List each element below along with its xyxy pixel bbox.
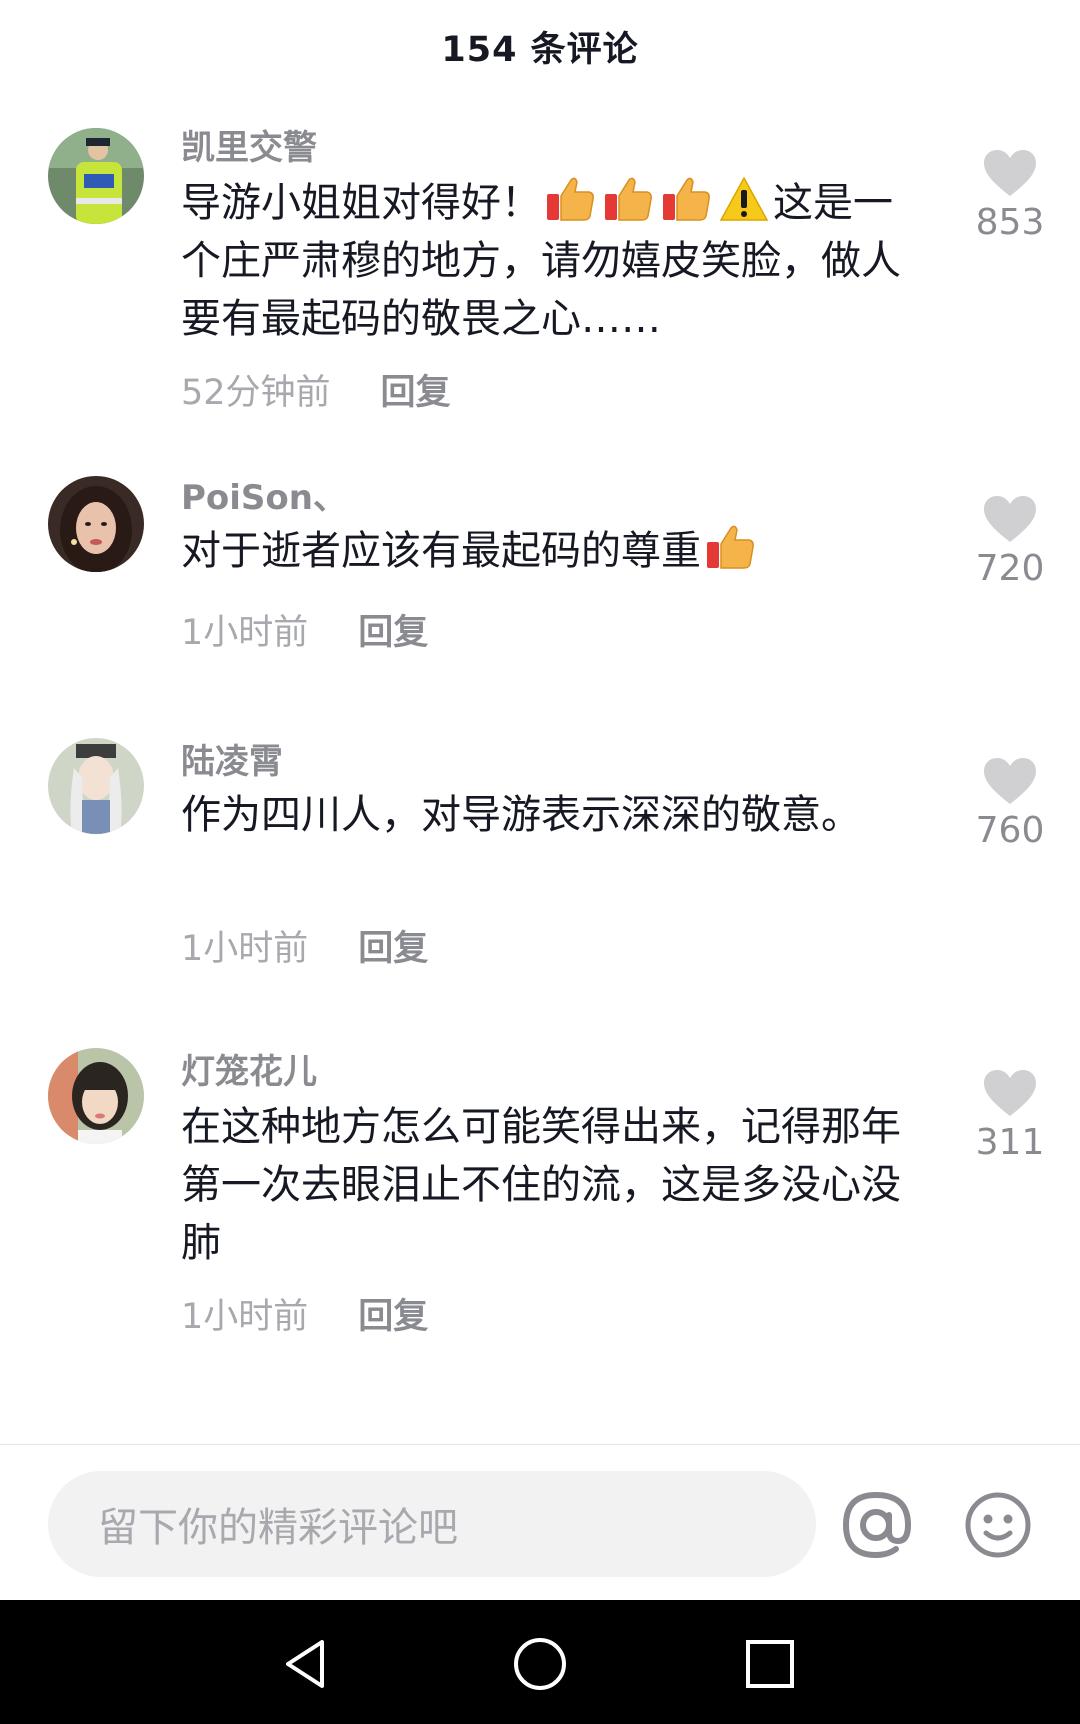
warning-icon xyxy=(719,176,769,221)
avatar[interactable] xyxy=(48,128,144,224)
like-count: 311 xyxy=(975,1122,1045,1163)
thumbs-up-icon xyxy=(663,177,710,221)
comments-header: 154 条评论 xyxy=(0,0,1080,92)
comment-username[interactable]: 凯里交警 xyxy=(181,120,317,169)
comment-text: 在这种地方怎么可能笑得出来，记得那年第一次去眼泪止不住的流，这是多没心没肺 xyxy=(181,1098,921,1272)
comment-username[interactable]: PoiSon、 xyxy=(181,470,347,519)
recents-square-icon xyxy=(746,1640,794,1688)
nav-back-button[interactable] xyxy=(278,1634,338,1694)
comment-text-part: 对于逝者应该有最起码的尊重 xyxy=(181,528,701,574)
reply-button[interactable]: 回复 xyxy=(358,920,428,971)
comment-time: 1小时前 xyxy=(181,1297,309,1337)
comment-text: 对于逝者应该有最起码的尊重 xyxy=(181,522,921,580)
system-nav-bar xyxy=(0,1600,1080,1724)
emoji-button[interactable] xyxy=(962,1489,1034,1561)
mention-button[interactable] xyxy=(840,1489,912,1561)
comment-text-part: 作为四川人，对导游表示深深的敬意。 xyxy=(181,792,861,838)
comment-username[interactable]: 灯笼花儿 xyxy=(181,1044,317,1093)
like-count: 760 xyxy=(975,810,1045,851)
avatar[interactable] xyxy=(48,476,144,572)
comment-item[interactable]: 灯笼花儿 在这种地方怎么可能笑得出来，记得那年第一次去眼泪止不住的流，这是多没心… xyxy=(0,1044,1080,1442)
reply-button[interactable]: 回复 xyxy=(358,604,428,655)
heart-icon xyxy=(984,496,1036,542)
comment-time: 52分钟前 xyxy=(181,373,331,413)
thumbs-up-icon xyxy=(605,177,652,221)
comment-list[interactable]: 凯里交警 导游小姐姐对得好！ 这是一个庄严肃穆的地方，请勿嬉皮笑脸，做人要有最起码… xyxy=(0,92,1080,1442)
comment-item[interactable]: PoiSon、 对于逝者应该有最起码的尊重 1小时前 回复 720 xyxy=(0,460,1080,710)
comment-username[interactable]: 陆凌霄 xyxy=(181,734,283,783)
comment-text-part: 在这种地方怎么可能笑得出来，记得那年第一次去眼泪止不住的流，这是多没心没肺 xyxy=(181,1104,901,1266)
comment-meta: 1小时前 回复 xyxy=(181,1288,428,1339)
comment-time: 1小时前 xyxy=(181,613,309,653)
comment-meta: 1小时前 回复 xyxy=(181,920,428,971)
heart-icon xyxy=(984,1070,1036,1116)
heart-icon xyxy=(984,150,1036,196)
comment-item[interactable]: 凯里交警 导游小姐姐对得好！ 这是一个庄严肃穆的地方，请勿嬉皮笑脸，做人要有最起码… xyxy=(0,92,1080,452)
nav-recents-button[interactable] xyxy=(740,1634,800,1694)
comment-input-bar: 留下你的精彩评论吧 xyxy=(0,1445,1080,1600)
comment-time: 1小时前 xyxy=(181,929,309,969)
comment-input[interactable]: 留下你的精彩评论吧 xyxy=(48,1471,816,1577)
at-icon xyxy=(842,1491,912,1559)
comment-meta: 1小时前 回复 xyxy=(181,604,428,655)
like-button[interactable]: 760 xyxy=(968,756,1052,851)
like-button[interactable]: 720 xyxy=(968,494,1052,589)
comment-text: 作为四川人，对导游表示深深的敬意。 xyxy=(181,786,921,844)
like-count: 853 xyxy=(975,202,1045,243)
comments-screen: 154 条评论 凯里交警 导游小姐姐对得好！ 这是一个庄严肃穆的地方，请勿嬉皮笑脸… xyxy=(0,0,1080,1724)
comment-item[interactable]: 陆凌霄 作为四川人，对导游表示深深的敬意。 1小时前 回复 760 xyxy=(0,722,1080,1032)
avatar[interactable] xyxy=(48,1048,144,1144)
like-button[interactable]: 853 xyxy=(968,148,1052,243)
smiley-icon xyxy=(965,1492,1031,1558)
like-count: 720 xyxy=(975,548,1045,589)
avatar[interactable] xyxy=(48,738,144,834)
back-triangle-icon xyxy=(286,1640,324,1688)
thumbs-up-icon xyxy=(707,525,754,569)
like-button[interactable]: 311 xyxy=(968,1068,1052,1163)
comment-count-title: 154 条评论 xyxy=(441,29,639,70)
reply-button[interactable]: 回复 xyxy=(381,364,451,415)
nav-home-button[interactable] xyxy=(510,1634,570,1694)
reply-button[interactable]: 回复 xyxy=(358,1288,428,1339)
heart-icon xyxy=(984,758,1036,804)
thumbs-up-icon xyxy=(547,177,594,221)
comment-text-part: 导游小姐姐对得好！ xyxy=(181,180,541,226)
home-circle-icon xyxy=(514,1638,566,1690)
comment-meta: 52分钟前 回复 xyxy=(181,364,451,415)
comment-text: 导游小姐姐对得好！ 这是一个庄严肃穆的地方，请勿嬉皮笑脸，做人要有最起码的敬畏之心… xyxy=(181,174,921,348)
